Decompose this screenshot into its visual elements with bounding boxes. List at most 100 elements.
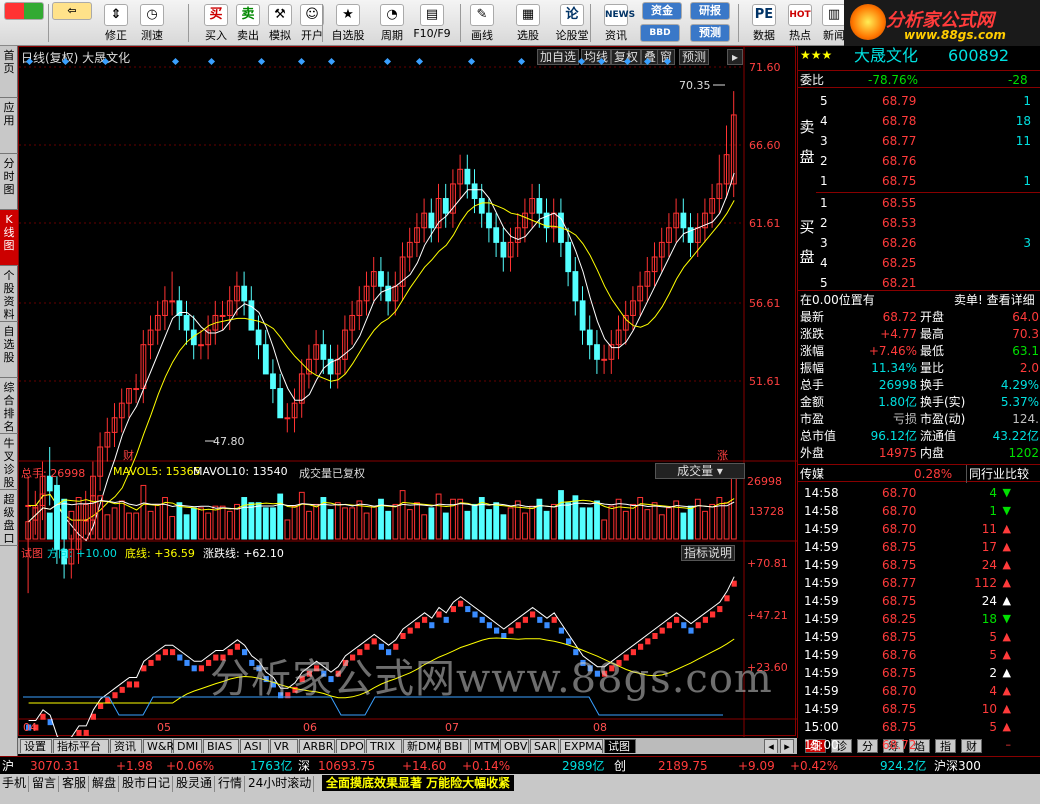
volume-bar [385,510,392,540]
up-down-arrow-button[interactable]: ⇕ 修正 [96,2,136,44]
sz-index[interactable]: 10693.75 [318,758,375,774]
level-price[interactable]: 68.25 [882,254,916,272]
cy-index[interactable]: 2189.75 [658,758,708,774]
candle-body [565,241,572,273]
left-tab-7[interactable]: 牛叉诊股 [0,434,18,490]
document-button[interactable]: ▤ F10/F9 [412,2,452,44]
fund-button[interactable]: 资金 [640,2,684,22]
indicator-tab-3[interactable]: W&R [143,739,174,753]
indicator-tab-8[interactable]: ARBR [299,739,335,753]
bbd-button[interactable]: BBD [640,24,680,44]
indicator-tab-11[interactable]: 新DMA [403,739,444,753]
indicator-tab-1[interactable]: 指标平台 [53,739,109,753]
indicator-tab-2[interactable]: 资讯 [110,739,142,753]
tab-scroll-left-button[interactable]: ◂ [764,739,778,753]
back-arrow-button[interactable]: ⇦ [52,2,92,22]
indicator-tab-10[interactable]: TRIX [366,739,402,753]
stat-value: 70.3 [1012,327,1039,341]
grid-button[interactable] [4,2,44,22]
left-tab-5[interactable]: 自选股 [0,322,18,378]
bottom-button-1[interactable]: 留言 [30,776,60,792]
tick-time: 14:59 [804,522,839,536]
forecast-button[interactable]: 预测 [688,24,732,44]
indicator-tab-13[interactable]: MTM [470,739,500,753]
stat-label: 总手 [800,378,825,392]
indicator-bar [177,654,183,661]
sh-index[interactable]: 3070.31 [30,758,80,774]
indicator-tab-9[interactable]: DPO [336,739,365,753]
bottom-button-2[interactable]: 客服 [60,776,90,792]
left-tab-6[interactable]: 综合排名 [0,378,18,434]
indicator-tab-15[interactable]: SAR [530,739,559,753]
sell-order-link[interactable]: 卖单! 查看详细 [954,291,1035,309]
pencil-button[interactable]: ✎ 画线 [462,2,502,44]
select-button[interactable]: ▦ 选股 [508,2,548,44]
candle-body [493,227,500,243]
bottom-button-5[interactable]: 股灵通 [174,776,216,792]
level-price[interactable]: 68.55 [882,194,916,212]
timer-button[interactable]: ◷ 测速 [132,2,172,44]
candle-body [320,344,327,360]
discuss-button[interactable]: 论论股堂 [552,2,592,44]
indicator-tab-14[interactable]: OBV [500,739,529,753]
indicator-bar [198,665,204,672]
stat-label: 总市值 [800,429,837,443]
hs300-label[interactable]: 沪深300 [934,758,981,774]
level-price[interactable]: 68.53 [882,214,916,232]
star-button[interactable]: ★ 自选股 [328,2,368,44]
level-price[interactable]: 68.78 [882,112,916,130]
bottom-button-6[interactable]: 行情 [216,776,246,792]
left-tab-4[interactable]: 个股资料 [0,266,18,322]
finance-marker[interactable]: 财 [123,447,134,463]
volume-bar [486,509,492,540]
candle-body [594,344,600,360]
price-label: 66.60 [749,139,781,152]
indicator-tab-7[interactable]: VR [270,739,298,753]
report-button[interactable]: 研报 [688,2,732,22]
indicator-help-button[interactable]: 指标说明 [681,545,736,561]
clock-button[interactable]: ◔ 周期 [372,2,412,44]
left-tab-0[interactable]: 首页 [0,46,18,98]
signal-diamond [415,57,424,66]
person-button[interactable]: ☺ 开户 [292,2,332,44]
level-volume: 18 [1015,114,1031,128]
sector-name[interactable]: 传媒 [800,465,824,483]
volume-dropdown-label: 成交量 [677,464,714,478]
toolbar-label: 开户 [301,29,323,42]
indicator-tab-5[interactable]: BIAS [203,739,239,753]
limit-up-marker[interactable]: 涨 [717,447,728,463]
bottom-button-0[interactable]: 手机 [0,776,30,792]
level-price[interactable]: 68.77 [882,132,916,150]
level-price[interactable]: 68.76 [882,152,916,170]
left-tab-3[interactable]: K线图 [0,210,18,266]
pe-button[interactable]: PE 数据 [744,2,784,44]
sector-compare-button[interactable]: 同行业比较 [966,465,1029,483]
volume-bar [730,476,737,540]
bottom-button-7[interactable]: 24小时滚动 [246,776,315,792]
indicator-tab-17[interactable]: 试图 [604,739,636,753]
level-price[interactable]: 68.26 [882,234,916,252]
level-price[interactable]: 68.79 [882,92,916,110]
volume-bar [46,512,53,540]
level-price[interactable]: 68.75 [882,172,916,190]
indicator-tab-6[interactable]: ASI [240,739,269,753]
discuss-icon: 论 [560,4,584,26]
bottom-button-4[interactable]: 股市日记 [120,776,174,792]
news-button[interactable]: NEWS 资讯 [596,2,636,44]
tab-scroll-right-button[interactable]: ▸ [780,739,794,753]
bottom-button-3[interactable]: 解盘 [90,776,120,792]
price-label: 56.61 [749,297,781,310]
pe-icon: PE [752,4,776,26]
left-tab-8[interactable]: 超级盘口 [0,490,18,546]
left-tab-1[interactable]: 应用 [0,98,18,154]
indicator-tab-16[interactable]: EXPMA [560,739,603,753]
chart-area[interactable]: 日线(复权) 大晟文化 加自选 均线 复权叠窗预测 ▸ 71.60 66.60 61.61… [18,46,797,737]
news-ticker[interactable]: 全面摸底效果显著 万能险大幅收紧 [322,775,515,791]
indicator-tab-4[interactable]: DMI [173,739,202,753]
left-tab-2[interactable]: 分时图 [0,154,18,210]
indicator-tab-12[interactable]: BBI [440,739,469,753]
volume-dropdown[interactable]: 成交量 ▾ [655,463,745,479]
tick-row: 14:59 68.75 2 ▲ [798,664,1040,682]
indicator-tab-0[interactable]: 设置 [20,739,52,753]
level-volume: 1 [1023,174,1031,188]
